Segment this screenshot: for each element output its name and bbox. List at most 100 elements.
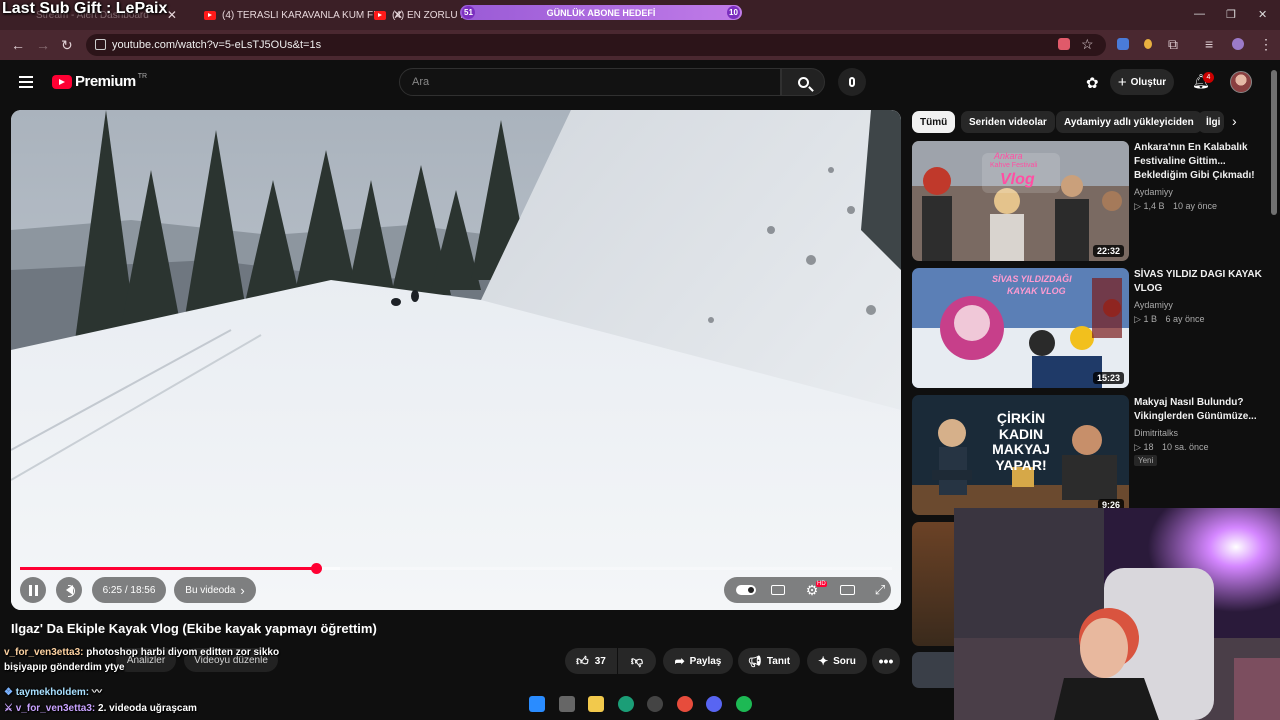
chat-emote-icon: 〰︎	[91, 687, 102, 698]
chip-label: Tümü	[920, 116, 948, 128]
new-badge: Yeni	[1134, 455, 1158, 466]
close-tab-icon[interactable]: ✕	[167, 8, 177, 22]
video-meta: ▷ 18 10 sa. önce	[1134, 442, 1209, 453]
video-frame-snow-scene	[11, 110, 901, 610]
channel-name[interactable]: Aydamiyy	[1134, 300, 1173, 310]
progress-scrubber[interactable]	[311, 563, 322, 574]
chip-related[interactable]: İlgi	[1198, 111, 1224, 133]
video-thumbnail[interactable]: SİVAS YILDIZDAĞI KAYAK VLOG 15:23	[912, 268, 1129, 388]
progress-bar[interactable]	[20, 563, 892, 574]
video-player[interactable]: 6:25 / 18:56 Bu videoda › ⚙ HD ⤢	[11, 110, 901, 610]
upload-age: 6 ay önce	[1165, 314, 1205, 324]
streamer-webcam	[954, 508, 1280, 720]
chip-series[interactable]: Seriden videolar	[961, 111, 1055, 133]
subtitles-button[interactable]	[770, 583, 786, 597]
recommendation-item[interactable]: Ankara Kahve Festivali Vlog 22:32 Ankara…	[912, 141, 1272, 261]
ask-button[interactable]: ✦ Soru	[807, 648, 867, 674]
chat-username: v_for_ven3etta3:	[4, 647, 84, 658]
video-thumbnail[interactable]	[912, 652, 954, 688]
recommendation-item[interactable]: SİVAS YILDIZDAĞI KAYAK VLOG 15:23 SİVAS …	[912, 268, 1272, 388]
extensions-puzzle-icon[interactable]: ⧉	[1168, 36, 1178, 53]
account-avatar[interactable]	[1230, 71, 1252, 93]
recommendation-title[interactable]: Ankara'nın En Kalabalık Festivaline Gitt…	[1134, 141, 1264, 183]
chat-message: bişiyapıp gönderdim ytye	[4, 662, 125, 673]
chip-label: Aydamiyy adlı yükleyiciden	[1064, 116, 1194, 128]
like-button[interactable]: 👍︎ 37	[565, 648, 617, 674]
video-thumbnail[interactable]: Ankara Kahve Festivali Vlog 22:32	[912, 141, 1129, 261]
promote-button[interactable]: 📢︎ Tanıt	[738, 648, 800, 674]
chat-message: ⚔ v_for_ven3etta3: 2. videoda uğraşcam	[4, 703, 197, 714]
edge-browser-icon[interactable]	[618, 696, 634, 712]
translate-extension-icon[interactable]	[1117, 38, 1129, 50]
subscriber-goal-bar: 51 GÜNLÜK ABONE HEDEFİ 10	[460, 5, 742, 20]
hd-badge: HD	[816, 581, 827, 587]
autoplay-toggle[interactable]	[734, 583, 758, 597]
chat-username: taymekholdem:	[15, 687, 90, 698]
media-control-icon[interactable]: ≡	[1205, 36, 1213, 52]
spotify-icon[interactable]	[736, 696, 752, 712]
ai-assistant-icon[interactable]: ✿	[1086, 74, 1099, 92]
extension-icon[interactable]	[1144, 39, 1152, 49]
fullscreen-button[interactable]: ⤢	[872, 582, 888, 597]
youtube-favicon-icon	[204, 10, 216, 20]
site-info-icon[interactable]	[95, 39, 106, 50]
minimize-icon[interactable]: —	[1194, 8, 1205, 20]
url-text: youtube.com/watch?v=5-eLsTJ5OUs&t=1s	[112, 39, 322, 51]
youtube-play-icon	[52, 74, 72, 89]
thumbnail-text: KAYAK VLOG	[1007, 286, 1066, 296]
view-count: 1 B	[1143, 314, 1157, 324]
thumbnail-text: YAPAR!	[995, 457, 1047, 473]
thumbnail-text: Kahve Festivali	[990, 162, 1038, 169]
mute-button[interactable]	[56, 577, 82, 603]
address-bar[interactable]: youtube.com/watch?v=5-eLsTJ5OUs&t=1s	[86, 34, 1106, 56]
chevron-right-icon[interactable]: ›	[1232, 113, 1237, 129]
player-right-controls: ⚙ HD ⤢	[724, 577, 891, 603]
thumbnail-text: MAKYAJ	[992, 441, 1050, 457]
task-view-icon[interactable]	[559, 696, 575, 712]
reload-icon[interactable]: ↻	[61, 37, 73, 54]
profile-icon[interactable]	[1232, 38, 1244, 50]
video-thumbnail[interactable]: ÇİRKİN KADIN MAKYAJ YAPAR! 9:26	[912, 395, 1129, 515]
dislike-button[interactable]: 👎︎	[618, 648, 656, 674]
thumbnail-text: SİVAS YILDIZDAĞI	[992, 274, 1072, 284]
recommendation-title[interactable]: Makyaj Nasıl Bulundu? Vikinglerden Günüm…	[1134, 396, 1264, 424]
settings-button[interactable]: ⚙ HD	[804, 581, 827, 598]
chip-uploader[interactable]: Aydamiyy adlı yükleyiciden	[1056, 111, 1202, 133]
cast-icon[interactable]	[1058, 38, 1070, 50]
chat-message: v_for_ven3etta3: photoshop harbi diyom e…	[4, 647, 279, 658]
youtube-premium-logo[interactable]: Premium TR	[52, 73, 147, 90]
close-window-icon[interactable]: ✕	[1258, 8, 1267, 21]
search-button[interactable]	[781, 68, 825, 96]
search-input[interactable]: Ara	[399, 68, 781, 96]
chapter-button[interactable]: Bu videoda ›	[174, 577, 256, 603]
microphone-icon	[849, 77, 855, 87]
recommendation-item[interactable]: ÇİRKİN KADIN MAKYAJ YAPAR! 9:26 Makyaj N…	[912, 395, 1272, 515]
chrome-icon[interactable]	[677, 696, 693, 712]
youtube-favicon-icon	[374, 10, 386, 20]
browser-menu-icon[interactable]: ⋮	[1259, 36, 1273, 53]
bookmark-star-icon[interactable]: ☆	[1081, 36, 1094, 53]
file-explorer-icon[interactable]	[588, 696, 604, 712]
create-button[interactable]: + Oluştur	[1110, 69, 1174, 95]
video-thumbnail[interactable]	[912, 522, 954, 646]
channel-name[interactable]: Aydamiyy	[1134, 187, 1173, 197]
windows-start-icon[interactable]	[529, 696, 545, 712]
discord-icon[interactable]	[706, 696, 722, 712]
recommendation-title[interactable]: SİVAS YILDIZ DAGI KAYAK VLOG	[1134, 268, 1264, 296]
share-button[interactable]: ➦ Paylaş	[663, 648, 733, 674]
forward-icon[interactable]: →	[36, 37, 50, 53]
maximize-icon[interactable]: ❐	[1226, 8, 1236, 21]
obs-icon[interactable]	[647, 696, 663, 712]
channel-name[interactable]: Dimitritalks	[1134, 428, 1178, 438]
time-display: 6:25 / 18:56	[92, 577, 166, 603]
toggle-icon	[736, 585, 756, 595]
voice-search-button[interactable]	[838, 68, 866, 96]
chip-all[interactable]: Tümü	[912, 111, 956, 133]
search-icon	[797, 76, 809, 88]
miniplayer-button[interactable]	[839, 583, 855, 597]
upload-age: 10 ay önce	[1172, 201, 1218, 211]
menu-icon[interactable]	[19, 76, 33, 88]
more-actions-button[interactable]: •••	[872, 648, 900, 674]
back-icon[interactable]: ←	[11, 37, 25, 53]
pause-button[interactable]	[20, 577, 46, 603]
